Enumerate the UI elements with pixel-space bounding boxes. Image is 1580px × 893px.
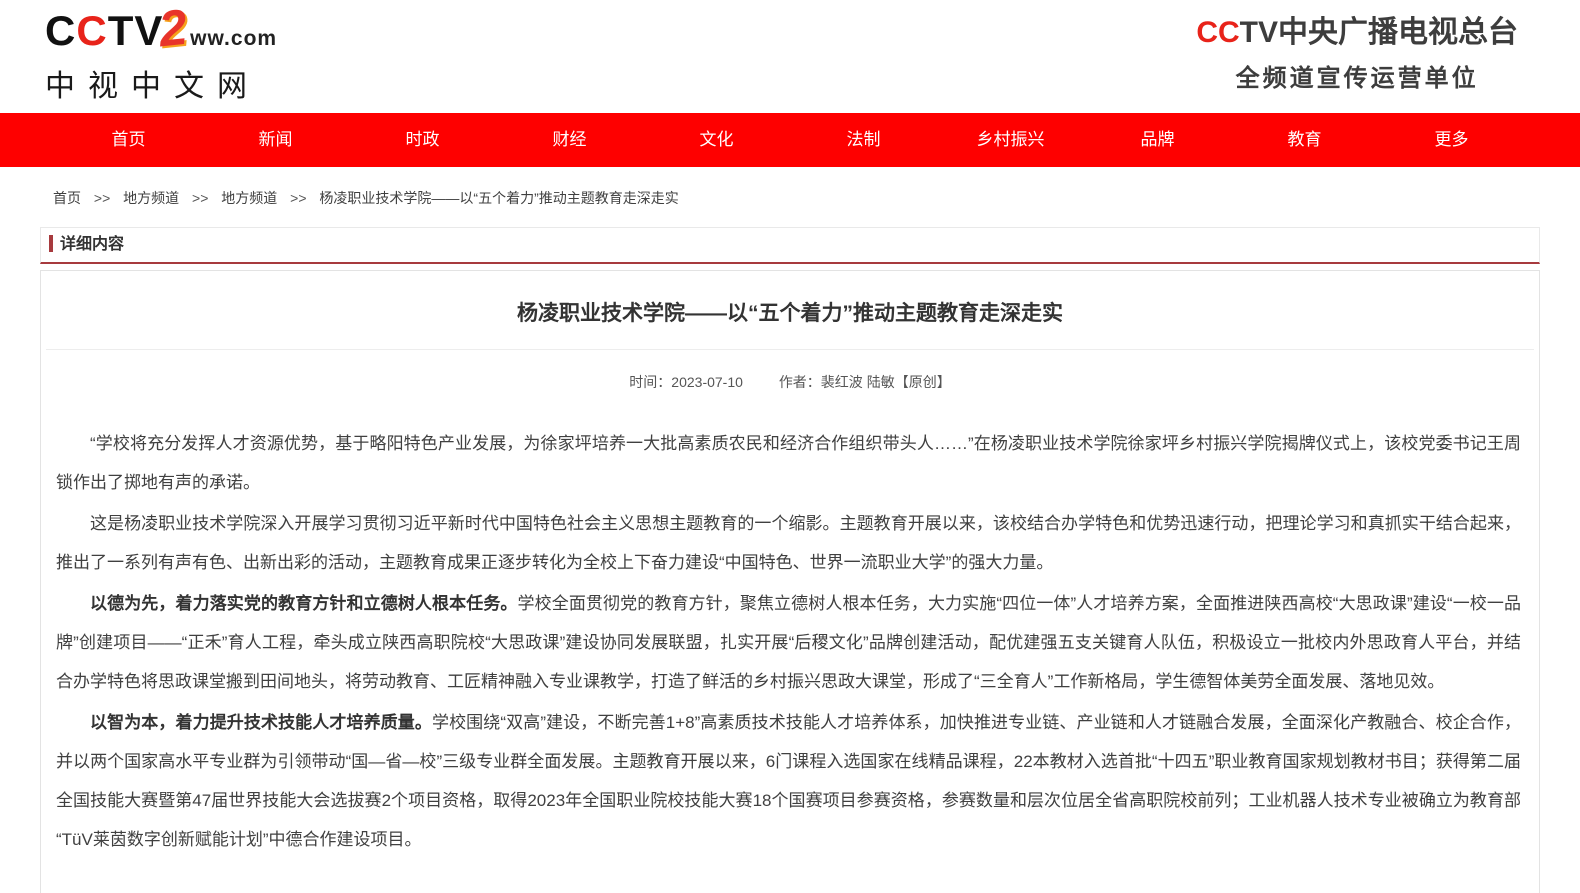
section-accent-bar [49,235,53,252]
logo-letters-tv: TV [108,7,164,54]
article-paragraph: 以智为本，着力提升技术技能人才培养质量。学校围绕“双高”建设，不断完善1+8”高… [56,703,1521,859]
header-brand-cc: CC [1196,16,1239,49]
nav-item-culture[interactable]: 文化 [643,113,790,167]
article-title-wrap: 杨凌职业技术学院——以“五个着力”推动主题教育走深走实 [46,271,1534,350]
cctv-logo-text: CCTV2ww.com [45,6,277,61]
site-header: CCTV2ww.com 中视中文网 CCTV中央广播电视总台 全频道宣传运营单位 [0,0,1580,113]
article-title: 杨凌职业技术学院——以“五个着力”推动主题教育走深走实 [46,297,1534,327]
main-nav: 首页 新闻 时政 财经 文化 法制 乡村振兴 品牌 教育 更多 [0,113,1580,167]
paragraph-lead: 以德为先，着力落实党的教育方针和立德树人根本任务。 [90,594,518,613]
logo-letter-c1: C [45,7,76,54]
paragraph-text: “学校将充分发挥人才资源优势，基于略阳特色产业发展，为徐家坪培养一大批高素质农民… [56,434,1521,492]
section-title: 详细内容 [60,236,124,253]
nav-item-news[interactable]: 新闻 [202,113,349,167]
breadcrumb-local-channel-1[interactable]: 地方频道 [123,190,179,206]
article-meta: 时间：2023-07-10 作者：裴红波 陆敏【原创】 [41,350,1539,410]
article-author: 作者：裴红波 陆敏【原创】 [779,374,951,390]
article-body: “学校将充分发挥人才资源优势，基于略阳特色产业发展，为徐家坪培养一大批高素质农民… [41,410,1539,893]
header-right-branding: CCTV中央广播电视总台 全频道宣传运营单位 [1196,14,1518,94]
breadcrumb-separator: >> [94,190,110,206]
nav-item-rural-revitalization[interactable]: 乡村振兴 [937,113,1084,167]
breadcrumb-separator: >> [192,190,208,206]
logo-letter-c2: C [76,7,107,54]
paragraph-text: 学校围绕“双高”建设，不断完善1+8”高素质技术技能人才培养体系，加快推进专业链… [56,713,1521,849]
nav-item-brand[interactable]: 品牌 [1084,113,1231,167]
article-paragraph: “学校将充分发挥人才资源优势，基于略阳特色产业发展，为徐家坪培养一大批高素质农民… [56,424,1521,502]
breadcrumb-home[interactable]: 首页 [53,190,81,206]
header-brand-line2: 全频道宣传运营单位 [1196,64,1518,94]
nav-item-politics[interactable]: 时政 [349,113,496,167]
nav-item-finance[interactable]: 财经 [496,113,643,167]
site-logo[interactable]: CCTV2ww.com 中视中文网 [45,6,277,105]
nav-item-law[interactable]: 法制 [790,113,937,167]
breadcrumb-separator: >> [290,190,306,206]
logo-subtitle: 中视中文网 [45,69,277,105]
header-brand-line1: CCTV中央广播电视总台 [1196,14,1518,52]
section-header: 详细内容 [40,227,1540,264]
article-time: 时间：2023-07-10 [629,374,743,390]
breadcrumb-current-page: 杨凌职业技术学院——以“五个着力”推动主题教育走深走实 [319,190,678,206]
nav-item-home[interactable]: 首页 [55,113,202,167]
article-paragraph: 这是杨凌职业技术学院深入开展学习贯彻习近平新时代中国特色社会主义思想主题教育的一… [56,504,1521,582]
logo-wwcom-text: ww.com [190,27,277,50]
nav-item-education[interactable]: 教育 [1231,113,1378,167]
logo-swoosh-2: 2 [157,5,190,52]
article-paragraph: 以德为先，着力落实党的教育方针和立德树人根本任务。学校全面贯彻党的教育方针，聚焦… [56,584,1521,701]
paragraph-text: 这是杨凌职业技术学院深入开展学习贯彻习近平新时代中国特色社会主义思想主题教育的一… [56,514,1521,572]
breadcrumb: 首页 >> 地方频道 >> 地方频道 >> 杨凌职业技术学院——以“五个着力”推… [0,167,1580,227]
article-container: 杨凌职业技术学院——以“五个着力”推动主题教育走深走实 时间：2023-07-1… [40,270,1540,893]
nav-item-more[interactable]: 更多 [1378,113,1525,167]
breadcrumb-local-channel-2[interactable]: 地方频道 [221,190,277,206]
paragraph-lead: 以智为本，着力提升技术技能人才培养质量。 [90,713,432,732]
header-brand-rest: TV中央广播电视总台 [1240,16,1518,49]
